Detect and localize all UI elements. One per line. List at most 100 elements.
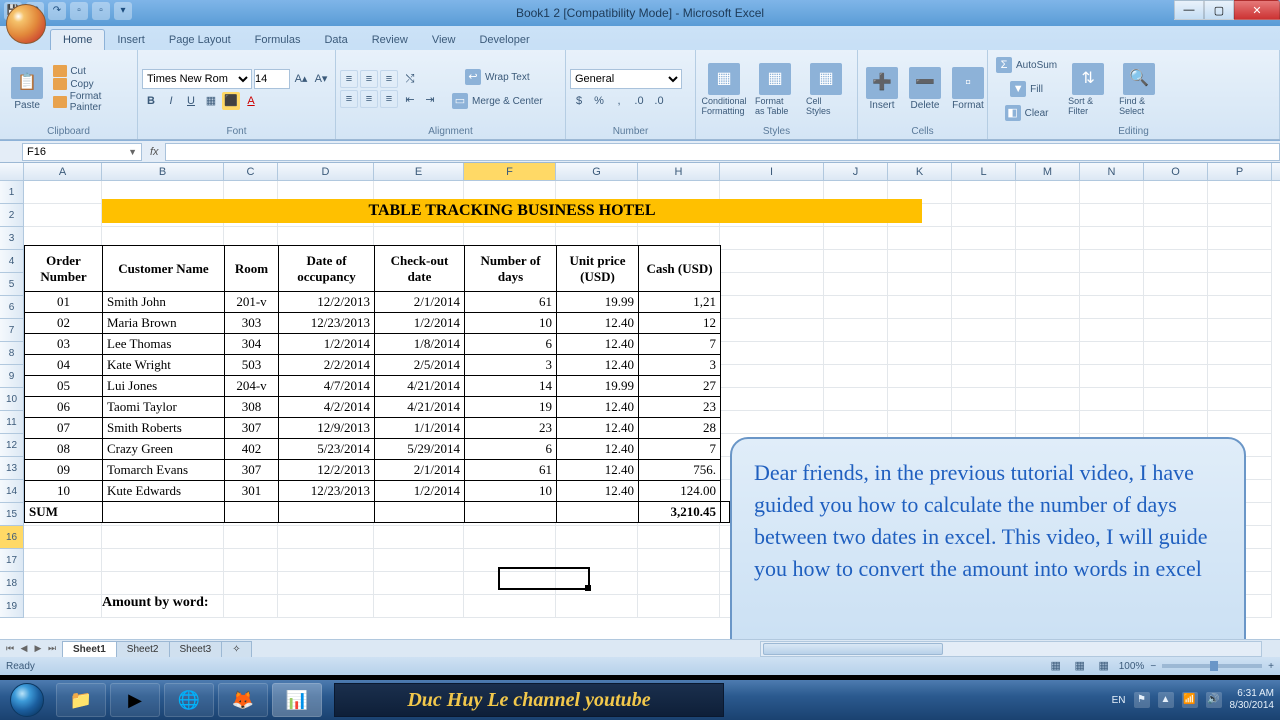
cell[interactable] xyxy=(464,526,556,549)
cell[interactable] xyxy=(1208,342,1272,365)
zoom-thumb[interactable] xyxy=(1210,661,1218,671)
table-cell[interactable]: 12.40 xyxy=(557,397,639,418)
col-header-E[interactable]: E xyxy=(374,163,464,180)
cell[interactable] xyxy=(374,526,464,549)
cell[interactable] xyxy=(1144,319,1208,342)
delete-cells-button[interactable]: ➖Delete xyxy=(905,65,945,113)
table-cell[interactable]: Kute Edwards xyxy=(103,481,225,502)
cell[interactable] xyxy=(1016,273,1080,296)
table-cell[interactable]: 124.00 xyxy=(639,481,721,502)
cell[interactable] xyxy=(1208,273,1272,296)
cell[interactable] xyxy=(720,319,824,342)
close-button[interactable]: ✕ xyxy=(1234,0,1280,20)
table-cell[interactable]: 12/9/2013 xyxy=(279,418,375,439)
cell[interactable] xyxy=(464,572,556,595)
cell[interactable] xyxy=(1080,296,1144,319)
cell[interactable] xyxy=(824,388,888,411)
cell[interactable] xyxy=(1144,411,1208,434)
row-header-8[interactable]: 8 xyxy=(0,342,24,365)
cell[interactable] xyxy=(1080,181,1144,204)
conditional-formatting-button[interactable]: ▦Conditional Formatting xyxy=(700,61,748,118)
table-cell[interactable]: 7 xyxy=(639,334,721,355)
cell[interactable] xyxy=(952,296,1016,319)
row-header-17[interactable]: 17 xyxy=(0,549,24,572)
fx-icon[interactable]: fx xyxy=(150,146,159,158)
format-painter-button[interactable]: Format Painter xyxy=(53,91,133,113)
col-header-C[interactable]: C xyxy=(224,163,278,180)
table-cell[interactable]: 303 xyxy=(225,313,279,334)
table-cell[interactable]: 4/21/2014 xyxy=(375,397,465,418)
zoom-level[interactable]: 100% xyxy=(1119,661,1145,672)
table-cell[interactable]: 10 xyxy=(25,481,103,502)
table-cell[interactable]: 307 xyxy=(225,418,279,439)
border-button[interactable]: ▦ xyxy=(202,92,220,110)
cell[interactable] xyxy=(1208,250,1272,273)
cell[interactable] xyxy=(952,342,1016,365)
select-all-corner[interactable] xyxy=(0,163,24,180)
cell[interactable] xyxy=(638,595,720,618)
format-as-table-button[interactable]: ▦Format as Table xyxy=(751,61,799,118)
taskbar-firefox[interactable]: 🦊 xyxy=(218,683,268,717)
table-cell[interactable]: 204-v xyxy=(225,376,279,397)
table-cell[interactable]: 07 xyxy=(25,418,103,439)
cell[interactable] xyxy=(24,572,102,595)
table-cell[interactable]: 756. xyxy=(639,460,721,481)
row-header-11[interactable]: 11 xyxy=(0,411,24,434)
cell[interactable] xyxy=(1016,342,1080,365)
cell[interactable] xyxy=(374,572,464,595)
inc-decimal-button[interactable]: .0 xyxy=(630,92,648,110)
col-header-M[interactable]: M xyxy=(1016,163,1080,180)
col-header-O[interactable]: O xyxy=(1144,163,1208,180)
cell[interactable] xyxy=(638,549,720,572)
font-name-select[interactable]: Times New Rom xyxy=(142,69,252,89)
cell[interactable] xyxy=(1080,273,1144,296)
number-format-select[interactable]: General xyxy=(570,69,682,89)
tray-network-icon[interactable]: 📶 xyxy=(1182,692,1198,708)
sheet-tab-1[interactable]: Sheet1 xyxy=(62,641,117,657)
cell[interactable] xyxy=(888,250,952,273)
table-cell[interactable]: 12/23/2013 xyxy=(279,313,375,334)
cell[interactable] xyxy=(1080,227,1144,250)
cell[interactable] xyxy=(888,411,952,434)
table-cell[interactable]: 1/2/2014 xyxy=(279,334,375,355)
row-header-10[interactable]: 10 xyxy=(0,388,24,411)
qat-icon[interactable]: ▫ xyxy=(92,2,110,20)
table-cell[interactable] xyxy=(465,502,557,523)
cell[interactable] xyxy=(1016,365,1080,388)
row-header-1[interactable]: 1 xyxy=(0,181,24,204)
table-cell[interactable]: 06 xyxy=(25,397,103,418)
cell[interactable] xyxy=(824,411,888,434)
table-cell[interactable]: 12.40 xyxy=(557,439,639,460)
fill-color-button[interactable]: ⬛ xyxy=(222,92,240,110)
speech-callout[interactable]: Dear friends, in the previous tutorial v… xyxy=(730,437,1246,639)
cell[interactable] xyxy=(824,273,888,296)
cell[interactable] xyxy=(1144,250,1208,273)
table-cell[interactable]: 6 xyxy=(465,439,557,460)
cell[interactable] xyxy=(224,549,278,572)
indent-inc-button[interactable]: ⇥ xyxy=(421,91,439,109)
fill-button[interactable]: ▼Fill xyxy=(992,79,1061,100)
cell[interactable] xyxy=(102,549,224,572)
cell[interactable] xyxy=(952,411,1016,434)
start-button[interactable] xyxy=(0,680,54,720)
cell[interactable] xyxy=(1016,319,1080,342)
taskbar-excel[interactable]: 📊 xyxy=(272,683,322,717)
format-cells-button[interactable]: ▫Format xyxy=(948,65,988,113)
cell[interactable] xyxy=(952,181,1016,204)
table-cell[interactable]: 5/29/2014 xyxy=(375,439,465,460)
cell[interactable] xyxy=(1144,181,1208,204)
tab-nav-first[interactable]: ⏮ xyxy=(4,643,16,655)
col-header-H[interactable]: H xyxy=(638,163,720,180)
cell[interactable] xyxy=(1080,250,1144,273)
table-cell[interactable]: 6 xyxy=(465,334,557,355)
wrap-text-button[interactable]: ↩Wrap Text xyxy=(448,67,547,88)
view-pagebreak-button[interactable]: ▦ xyxy=(1095,657,1113,675)
col-header-P[interactable]: P xyxy=(1208,163,1272,180)
cell[interactable] xyxy=(720,227,824,250)
find-select-button[interactable]: 🔍Find & Select xyxy=(1115,61,1163,118)
table-cell[interactable]: 1,21 xyxy=(639,292,721,313)
cell[interactable] xyxy=(824,319,888,342)
table-cell[interactable] xyxy=(225,502,279,523)
cell[interactable] xyxy=(556,549,638,572)
comma-button[interactable]: , xyxy=(610,92,628,110)
